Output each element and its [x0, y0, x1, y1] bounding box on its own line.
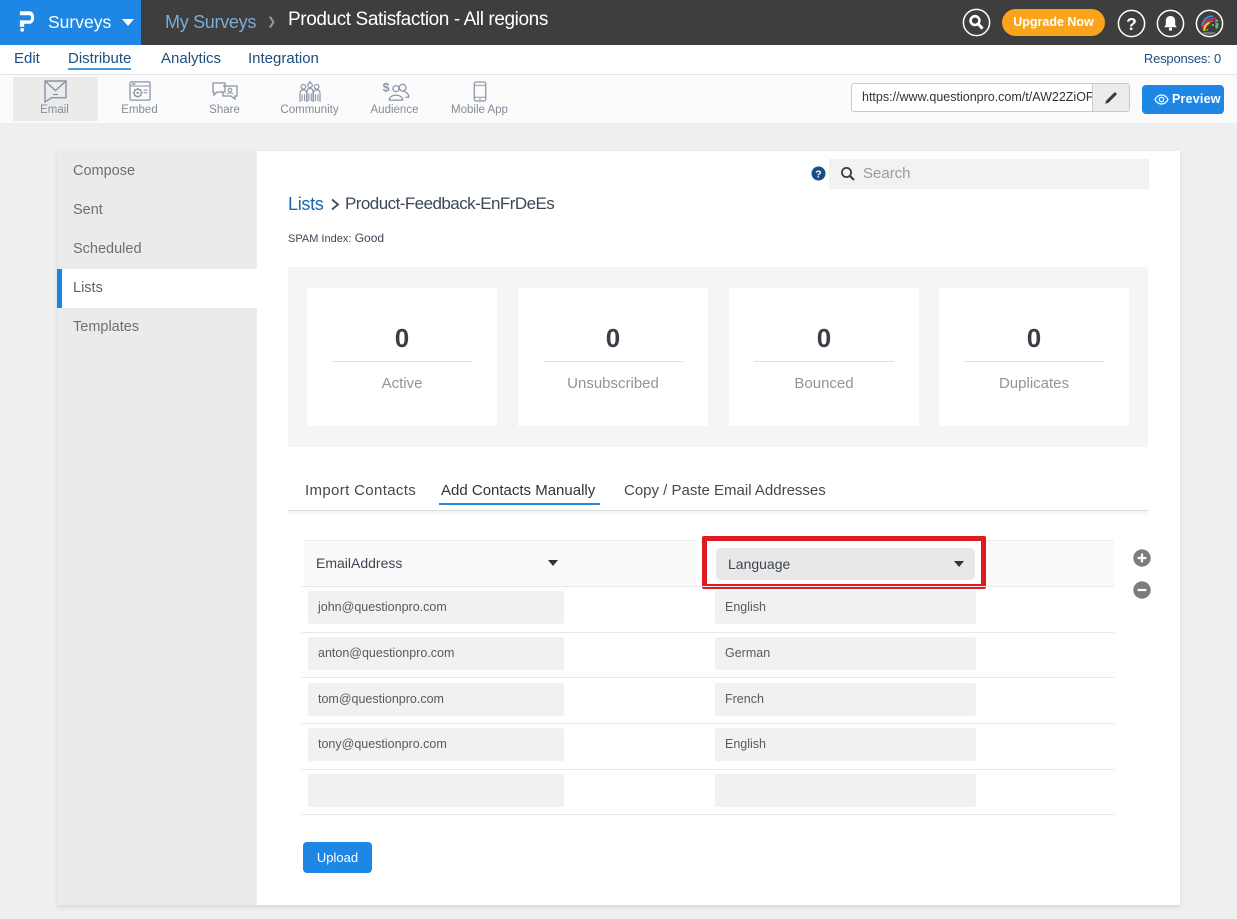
- svg-text:?: ?: [1126, 14, 1137, 34]
- svg-text:$: $: [383, 81, 390, 95]
- svg-text:?: ?: [815, 168, 821, 180]
